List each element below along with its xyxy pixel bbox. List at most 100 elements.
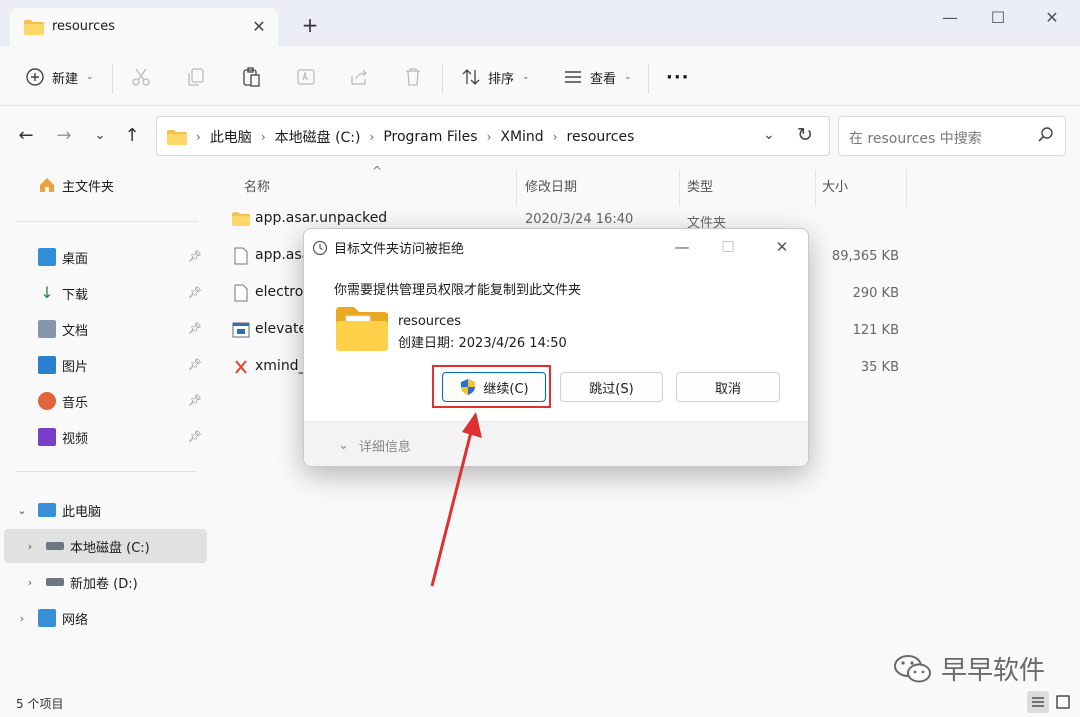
- rename-icon[interactable]: [295, 66, 317, 88]
- skip-button[interactable]: 跳过(S): [560, 372, 663, 402]
- breadcrumb-this-pc[interactable]: 此电脑: [210, 127, 252, 147]
- xmind-icon: [235, 360, 247, 374]
- wechat-logo-icon: [894, 654, 931, 682]
- sidebar-item-desktop[interactable]: 桌面 📌︎: [0, 240, 208, 274]
- sidebar-item-music[interactable]: 音乐 📌︎: [0, 384, 208, 418]
- more-options-button[interactable]: ···: [666, 62, 690, 92]
- column-header-name[interactable]: 名称: [244, 172, 270, 204]
- add-circle-icon: [26, 68, 44, 86]
- sidebar-item-drive-c[interactable]: › 本地磁盘 (C:): [4, 529, 207, 563]
- drive-icon: [46, 578, 64, 586]
- sidebar-item-documents[interactable]: 文档 📌︎: [0, 312, 208, 346]
- column-header-size[interactable]: 大小: [822, 172, 848, 204]
- search-input[interactable]: 在 resources 中搜索: [838, 116, 1066, 156]
- paste-icon[interactable]: [240, 66, 262, 88]
- clock-icon: [312, 240, 328, 255]
- sidebar-item-pictures[interactable]: 图片 📌︎: [0, 348, 208, 382]
- details-label: 详细信息: [358, 440, 411, 455]
- sort-icon: [462, 69, 480, 85]
- cut-icon[interactable]: [130, 66, 152, 88]
- file-name: xmind_: [255, 358, 306, 374]
- dialog-title-bar: 目标文件夹访问被拒绝: [312, 238, 464, 257]
- delete-icon[interactable]: [402, 66, 424, 88]
- minimize-button[interactable]: —: [927, 4, 973, 34]
- command-bar: 新建 ⌄ 排序 ⌄ 查看 ⌄ ···: [0, 46, 1080, 106]
- dialog-footer: ⌄ 详细信息: [304, 421, 808, 466]
- annotation-arrow-icon: [430, 412, 482, 587]
- chevron-down-icon[interactable]: ⌄: [14, 504, 30, 517]
- chevron-right-icon[interactable]: ›: [14, 612, 30, 625]
- document-icon: [38, 320, 56, 338]
- download-icon: ↓: [40, 283, 54, 302]
- dialog-maximize-button[interactable]: ☐: [706, 233, 750, 261]
- sidebar-item-label: 下载: [62, 287, 89, 303]
- navigation-pane: 主文件夹 桌面 📌︎ ↓ 下载 📌︎ 文档 📌︎ 图片 📌︎ 音乐 📌︎ 视频 …: [0, 164, 212, 688]
- dialog-close-button[interactable]: ✕: [760, 233, 804, 261]
- view-button[interactable]: 查看 ⌄: [562, 62, 632, 92]
- column-header-modified[interactable]: 修改日期: [525, 172, 577, 204]
- network-icon: [38, 609, 56, 627]
- breadcrumb: › 此电脑 › 本地磁盘 (C:) › Program Files › XMin…: [167, 127, 634, 147]
- dialog-minimize-button[interactable]: —: [660, 233, 704, 261]
- sidebar-item-label: 桌面: [62, 251, 89, 267]
- close-tab-icon[interactable]: ✕: [248, 16, 270, 38]
- close-window-button[interactable]: ✕: [1029, 4, 1075, 34]
- breadcrumb-separator: ›: [260, 130, 266, 144]
- sidebar-item-label: 网络: [62, 612, 89, 628]
- sort-button-label: 排序: [488, 71, 515, 87]
- sidebar-item-downloads[interactable]: ↓ 下载 📌︎: [0, 276, 208, 310]
- tiles-view-icon[interactable]: [1052, 691, 1074, 713]
- search-icon: [1038, 127, 1053, 142]
- back-arrow-icon[interactable]: ←: [14, 124, 38, 148]
- chevron-right-icon[interactable]: ›: [22, 540, 38, 553]
- new-button-label: 新建: [52, 71, 79, 87]
- breadcrumb-program-files[interactable]: Program Files: [383, 129, 477, 145]
- details-toggle[interactable]: ⌄ 详细信息: [338, 436, 411, 455]
- sidebar-item-videos[interactable]: 视频 📌︎: [0, 420, 208, 454]
- continue-button[interactable]: 继续(C): [442, 372, 546, 402]
- refresh-icon[interactable]: ↻: [797, 124, 813, 146]
- share-icon[interactable]: [348, 66, 370, 88]
- folder-icon: [232, 212, 250, 226]
- tab-title: resources: [52, 19, 116, 34]
- breadcrumb-xmind[interactable]: XMind: [500, 129, 543, 145]
- breadcrumb-resources[interactable]: resources: [567, 129, 635, 145]
- new-button[interactable]: 新建 ⌄: [24, 62, 94, 92]
- sidebar-item-home[interactable]: 主文件夹: [0, 168, 208, 202]
- picture-icon: [38, 356, 56, 374]
- status-bar: 5 个项目: [0, 688, 1080, 717]
- drive-icon: [46, 542, 64, 550]
- file-size: 89,365 KB: [831, 249, 899, 264]
- dialog-folder-name: resources: [398, 314, 462, 329]
- details-view-icon[interactable]: [1027, 691, 1049, 713]
- breadcrumb-drive-c[interactable]: 本地磁盘 (C:): [275, 127, 361, 147]
- sidebar-item-label: 音乐: [62, 395, 89, 411]
- file-name: app.asa: [255, 247, 311, 263]
- pin-icon: 📌︎: [188, 394, 202, 407]
- folder-icon: [336, 307, 388, 351]
- folder-icon: [24, 20, 44, 35]
- address-history-chevron-icon[interactable]: ⌄: [763, 127, 775, 143]
- column-header-type[interactable]: 类型: [687, 172, 713, 204]
- up-arrow-icon[interactable]: ↑: [120, 124, 144, 148]
- pin-icon: 📌︎: [188, 358, 202, 371]
- cancel-button[interactable]: 取消: [676, 372, 780, 402]
- tab-resources[interactable]: resources ✕: [10, 8, 278, 46]
- forward-arrow-icon[interactable]: →: [52, 124, 76, 148]
- maximize-button[interactable]: ☐: [975, 4, 1021, 34]
- sidebar-item-network[interactable]: › 网络: [0, 601, 208, 635]
- file-size: 121 KB: [852, 323, 899, 338]
- title-bar: resources ✕ + — ☐ ✕: [0, 0, 1080, 46]
- pin-icon: 📌︎: [188, 322, 202, 335]
- new-tab-button[interactable]: +: [298, 14, 322, 38]
- folder-icon: [167, 129, 187, 145]
- recent-locations-icon[interactable]: ⌄: [88, 124, 112, 148]
- music-icon: [38, 392, 56, 410]
- sidebar-item-this-pc[interactable]: ⌄ 此电脑: [0, 493, 208, 527]
- copy-icon[interactable]: [185, 66, 207, 88]
- file-name: app.asar.unpacked: [255, 210, 388, 226]
- address-bar[interactable]: › 此电脑 › 本地磁盘 (C:) › Program Files › XMin…: [156, 116, 830, 156]
- chevron-right-icon[interactable]: ›: [22, 576, 38, 589]
- sort-button[interactable]: 排序 ⌄: [460, 62, 530, 92]
- sidebar-item-drive-d[interactable]: › 新加卷 (D:): [0, 565, 208, 599]
